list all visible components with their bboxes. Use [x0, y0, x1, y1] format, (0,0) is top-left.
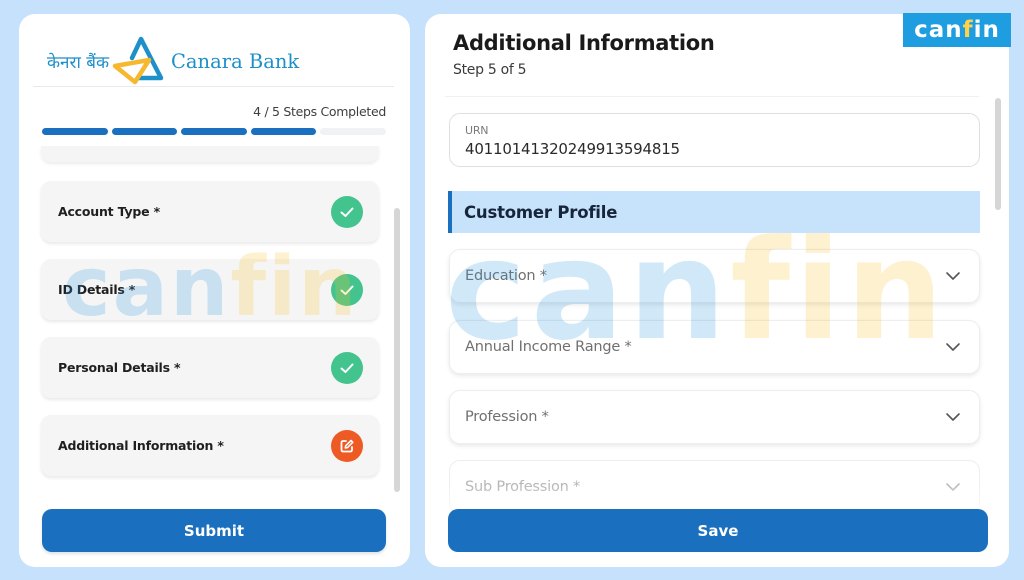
canfin-text-part: can: [914, 17, 963, 43]
check-icon: [331, 351, 363, 384]
step-additional-information[interactable]: Additional Information *: [41, 415, 379, 476]
canara-bank-logo: केनरा बैंक Canara Bank: [47, 36, 299, 86]
form-scrollbar[interactable]: [995, 98, 1001, 210]
steps-list: Account Type * ID Details * Personal Det…: [19, 146, 410, 492]
step-label: Personal Details *: [58, 360, 181, 375]
check-icon: [331, 195, 363, 228]
app-stage: केनरा बैंक Canara Bank 4 / 5 Steps Compl…: [0, 0, 1024, 580]
canfin-logo-text: canfin: [914, 17, 1000, 43]
steps-completed-label: 4 / 5 Steps Completed: [253, 104, 386, 119]
step-label: Additional Information *: [58, 438, 224, 453]
step-personal-details[interactable]: Personal Details *: [41, 337, 379, 398]
canfin-text-accent: f: [962, 17, 974, 43]
select-placeholder: Education *: [465, 268, 547, 284]
steps-scrollbar[interactable]: [394, 208, 400, 492]
step-account-type[interactable]: Account Type *: [41, 181, 379, 242]
canfin-text-part: in: [973, 17, 1000, 43]
form-title: Additional Information: [453, 31, 715, 55]
annual-income-range-select[interactable]: Annual Income Range *: [449, 320, 980, 374]
urn-field[interactable]: URN 40110141320249913594815: [449, 113, 980, 167]
canfin-logo-badge: canfin: [903, 13, 1011, 47]
section-header-customer-profile: Customer Profile: [448, 191, 980, 233]
steps-panel: केनरा बैंक Canara Bank 4 / 5 Steps Compl…: [19, 14, 410, 567]
submit-button[interactable]: Submit: [42, 509, 386, 552]
progress-segment: [320, 128, 386, 135]
profession-select[interactable]: Profession *: [449, 390, 980, 444]
divider: [445, 96, 979, 97]
divider: [33, 86, 394, 87]
edit-icon: [331, 429, 363, 462]
select-placeholder: Annual Income Range *: [465, 339, 632, 355]
education-select[interactable]: Education *: [449, 249, 980, 303]
logo-hindi-text: केनरा बैंक: [47, 52, 110, 73]
step-progress-bar: [42, 128, 386, 136]
form-panel: Additional Information Step 5 of 5 URN 4…: [425, 14, 1009, 567]
form-step-indicator: Step 5 of 5: [453, 62, 527, 78]
progress-segment: [250, 128, 317, 135]
step-label: ID Details *: [58, 282, 136, 297]
urn-label: URN: [465, 124, 489, 137]
step-label: Account Type *: [58, 204, 160, 219]
step-id-details[interactable]: ID Details *: [41, 259, 379, 320]
progress-segment: [111, 128, 178, 135]
chevron-down-icon: [946, 413, 960, 421]
section-title: Customer Profile: [464, 202, 618, 222]
progress-segment: [181, 128, 247, 135]
logo-english-text: Canara Bank: [171, 49, 300, 73]
chevron-down-icon: [946, 272, 960, 280]
canara-triangle-icon: [112, 36, 164, 85]
select-placeholder: Profession *: [465, 409, 549, 425]
step-card-partial: [41, 146, 379, 162]
check-icon: [331, 273, 363, 306]
progress-segment: [42, 128, 108, 135]
save-button[interactable]: Save: [448, 509, 988, 552]
scroll-fade: [425, 484, 1009, 509]
urn-value: 40110141320249913594815: [465, 140, 680, 158]
chevron-down-icon: [946, 343, 960, 351]
